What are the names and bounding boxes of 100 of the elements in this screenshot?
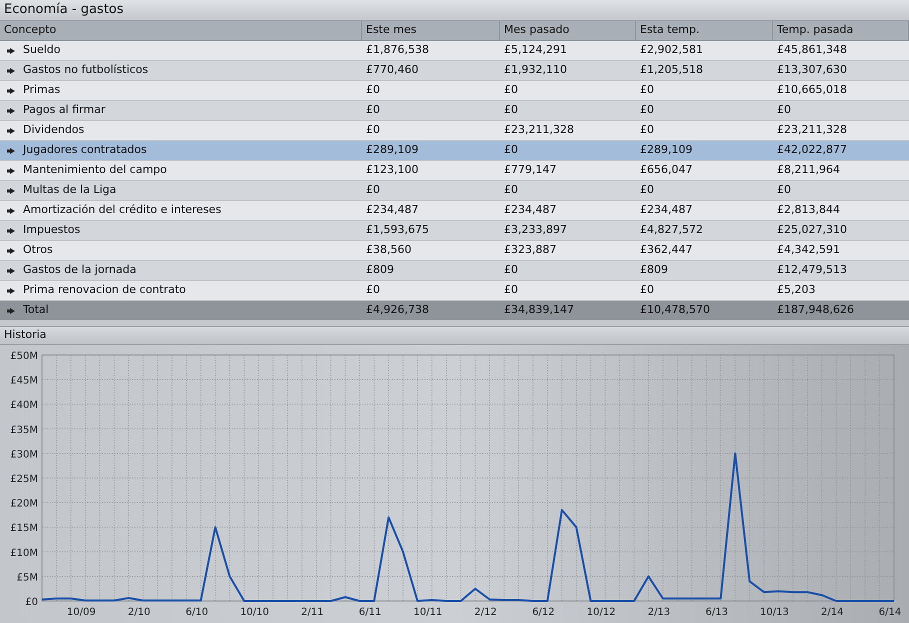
x-axis-label: 2/13 (648, 607, 670, 618)
table-cell-text: £0 (366, 182, 380, 198)
table-cell-text: £1,932,110 (504, 62, 567, 78)
table-cell-text: £25,027,310 (777, 222, 847, 238)
table-cell-text: Amortización del crédito e intereses (23, 202, 222, 218)
column-header[interactable]: Temp. pasada (773, 21, 909, 40)
bullet-icon (7, 268, 15, 274)
bullet-icon (7, 128, 15, 134)
table-cell-text: £8,211,964 (777, 162, 840, 178)
x-axis-label: 2/11 (301, 607, 324, 618)
table-cell-text: £187,948,626 (777, 302, 854, 318)
table-cell-text: Sueldo (23, 42, 60, 58)
table-cell-text: Jugadores contratados (23, 142, 147, 158)
table-row[interactable]: Dividendos £0 £23,211,328 £0 £23,211,328 (0, 121, 909, 141)
table-row[interactable]: Primas £0 £0 £0 £10,665,018 (0, 81, 909, 101)
table-cell-text: £4,926,738 (366, 302, 429, 318)
table-cell-text: £234,487 (504, 202, 556, 218)
table-cell-text: Mantenimiento del campo (23, 162, 167, 178)
table-cell-text: £0 (366, 102, 380, 118)
table-cell-text: Gastos no futbolísticos (23, 62, 148, 78)
bullet-icon (7, 168, 15, 174)
table-cell-text: Gastos de la jornada (23, 262, 136, 278)
x-axis-label: 6/10 (186, 607, 208, 618)
x-axis-label: 2/10 (128, 607, 150, 618)
y-axis-label: £35M (10, 424, 38, 436)
table-cell-text: £38,560 (366, 242, 412, 258)
bullet-icon (7, 88, 15, 94)
bullet-icon (7, 248, 15, 254)
table-row[interactable]: Total £4,926,738 £34,839,147 £10,478,570 £187,948,626 (0, 301, 909, 321)
table-cell-text: £34,839,147 (504, 302, 574, 318)
table-cell-text: £4,827,572 (640, 222, 703, 238)
table-cell-text: £289,109 (366, 142, 418, 158)
table-cell-text: £1,876,538 (366, 42, 429, 58)
table-row[interactable]: Otros £38,560 £323,887 £362,447 £4,342,591 (0, 241, 909, 261)
table-cell-text: £1,205,518 (640, 62, 703, 78)
table-cell-text: £23,211,328 (777, 122, 847, 138)
table-row[interactable]: Impuestos £1,593,675 £3,233,897 £4,827,572 £25,027,310 (0, 221, 909, 241)
table-cell-text: Total (23, 302, 49, 318)
table-cell-text: £4,342,591 (777, 242, 840, 258)
bullet-icon (7, 148, 15, 154)
bullet-icon (7, 308, 15, 314)
table-cell-text: Multas de la Liga (23, 182, 116, 198)
table-row[interactable]: Sueldo £1,876,538 £5,124,291 £2,902,581 £45,861,348 (0, 41, 909, 61)
column-header[interactable]: Concepto (0, 21, 362, 40)
table-cell-text: Dividendos (23, 122, 84, 138)
table-cell-text: £12,479,513 (777, 262, 847, 278)
x-axis-label: 6/14 (878, 607, 902, 618)
x-axis-label: 6/13 (705, 607, 728, 618)
x-axis-label: 2/12 (474, 607, 497, 618)
bullet-icon (7, 208, 15, 214)
table-row[interactable]: Mantenimiento del campo £123,100 £779,147 £656,047 £8,211,964 (0, 161, 909, 181)
table-cell-text: £809 (640, 262, 668, 278)
table-cell-text: £0 (640, 102, 654, 118)
table-cell-text: £0 (366, 82, 380, 98)
table-cell-text: £0 (640, 82, 654, 98)
table-row[interactable]: Gastos de la jornada £809 £0 £809 £12,479,513 (0, 261, 909, 281)
column-header[interactable]: Este mes (362, 21, 500, 40)
column-header[interactable]: Mes pasado (500, 21, 636, 40)
table-cell-text: £0 (504, 102, 518, 118)
bullet-icon (7, 48, 15, 54)
bullet-icon (7, 188, 15, 194)
y-axis-label: £40M (10, 400, 38, 412)
table-cell-text: £362,447 (640, 242, 692, 258)
table-cell-text: £0 (640, 122, 654, 138)
table-row[interactable]: Prima renovacion de contrato £0 £0 £0 £5,203 (0, 281, 909, 301)
table-cell-text: £0 (504, 182, 518, 198)
section-title: Historia (0, 326, 909, 345)
bullet-icon (7, 68, 15, 74)
y-axis-label: £0 (25, 597, 38, 608)
table-cell-text: £2,902,581 (640, 42, 703, 58)
table-row[interactable]: Gastos no futbolísticos £770,460 £1,932,110 £1,205,518 £13,307,630 (0, 61, 909, 81)
table-row[interactable]: Multas de la Liga £0 £0 £0 £0 (0, 181, 909, 201)
y-axis-label: £45M (10, 376, 38, 387)
table-cell-text: £23,211,328 (504, 122, 574, 138)
table-row[interactable]: Pagos al firmar £0 £0 £0 £0 (0, 101, 909, 121)
table-cell-text: £779,147 (504, 162, 556, 178)
table-cell-text: £0 (504, 82, 518, 98)
x-axis-label: 10/11 (413, 607, 442, 618)
table-cell-text: £42,022,877 (777, 142, 847, 158)
table-cell-text: Pagos al firmar (23, 102, 106, 118)
y-axis-label: £30M (10, 449, 38, 460)
table-cell-text: £10,478,570 (640, 302, 710, 318)
bullet-icon (7, 228, 15, 234)
y-axis-label: £5M (16, 572, 38, 584)
table-cell-text: £770,460 (366, 62, 418, 78)
table-cell-text: £2,813,844 (777, 202, 840, 218)
column-header[interactable]: Esta temp. (636, 21, 773, 40)
x-axis-label: 10/13 (760, 607, 789, 618)
table-cell-text: £323,887 (504, 242, 556, 258)
table-cell-text: Otros (23, 242, 53, 258)
table-cell-text: £289,109 (640, 142, 692, 158)
table-cell-text: £5,124,291 (504, 42, 567, 58)
table-cell-text: £0 (777, 102, 791, 118)
table-cell-text: £234,487 (640, 202, 692, 218)
y-axis-label: £10M (10, 548, 38, 559)
table-row[interactable]: Amortización del crédito e intereses £234,487 £234,487 £234,487 £2,813,844 (0, 201, 909, 221)
x-axis-label: 6/12 (532, 607, 555, 618)
table-cell-text: £10,665,018 (777, 82, 847, 98)
x-axis-label: 2/14 (821, 607, 844, 618)
table-row[interactable]: Jugadores contratados £289,109 £0 £289,109 £42,022,877 (0, 141, 909, 161)
